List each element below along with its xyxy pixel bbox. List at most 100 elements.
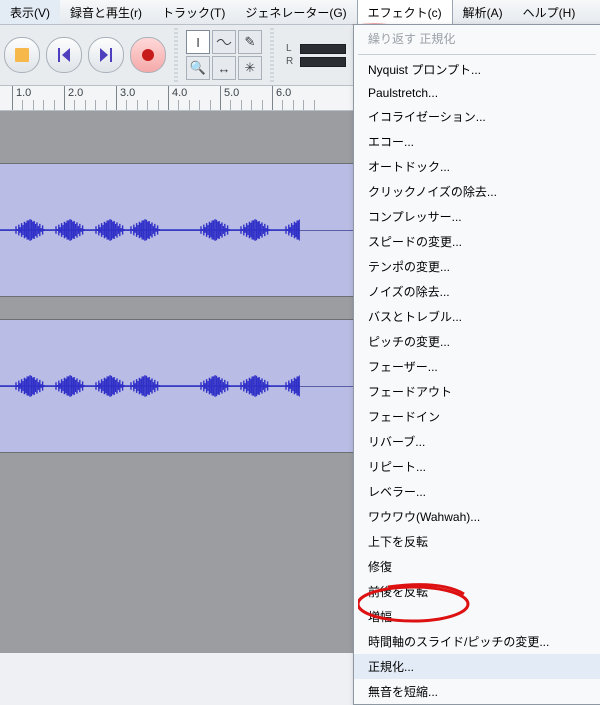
envelope-tool[interactable]	[212, 30, 236, 54]
ruler-minor-tick	[85, 100, 86, 110]
menu-item-label: テンポの変更...	[368, 260, 450, 274]
ruler-minor-tick	[303, 100, 304, 110]
ruler-minor-tick	[95, 100, 96, 110]
menu-item-label: 前後を反転	[368, 585, 428, 599]
ruler-minor-tick	[106, 100, 107, 110]
record-button[interactable]	[130, 37, 166, 73]
effect-repeat-last-disabled: 繰り返す 正規化	[354, 25, 600, 52]
ruler-minor-tick	[158, 100, 159, 110]
menu-item-label: スピードの変更...	[368, 235, 462, 249]
menu-item-label: イコライゼーション...	[368, 110, 486, 124]
menu-label: エフェクト(c)	[368, 4, 442, 21]
effect-menu-item[interactable]: 修復	[354, 554, 600, 579]
effect-menu-item[interactable]: ワウワウ(Wahwah)...	[354, 504, 600, 529]
menu-item-label: 無音を短縮...	[368, 685, 438, 699]
effect-menu-item[interactable]: レベラー...	[354, 479, 600, 504]
menu-item-label: 時間軸のスライド/ピッチの変更...	[368, 635, 549, 649]
menu-record[interactable]: 録音と再生(r)	[60, 0, 152, 24]
menu-item-label: 繰り返す 正規化	[368, 32, 455, 46]
meter-l-bar	[300, 44, 346, 54]
waveform-icon	[0, 320, 300, 470]
menu-item-label: リバーブ...	[368, 435, 425, 449]
effect-menu-item[interactable]: オートドック...	[354, 154, 600, 179]
effect-menu-item[interactable]: イコライゼーション...	[354, 104, 600, 129]
ruler-major-tick: 1.0	[12, 86, 13, 110]
menu-item-label: Nyquist プロンプト...	[368, 63, 481, 77]
ruler-minor-tick	[314, 100, 315, 110]
multi-tool[interactable]: ✳	[238, 56, 262, 80]
effect-menu-item[interactable]: フェードアウト	[354, 379, 600, 404]
ruler-minor-tick	[126, 100, 127, 110]
effect-menu-item[interactable]: Paulstretch...	[354, 82, 600, 104]
meter-l-label: L	[286, 43, 296, 54]
effect-menu-item[interactable]: コンプレッサー...	[354, 204, 600, 229]
effect-menu-item[interactable]: 上下を反転	[354, 529, 600, 554]
ruler-minor-tick	[199, 100, 200, 110]
effect-menu-dropdown: 繰り返す 正規化 Nyquist プロンプト... Paulstretch... イ…	[353, 24, 600, 705]
menu-label: 表示(V)	[10, 4, 50, 21]
menu-item-label: ノイズの除去...	[368, 285, 450, 299]
effect-menu-item[interactable]: ピッチの変更...	[354, 329, 600, 354]
draw-tool[interactable]: ✎	[238, 30, 262, 54]
menu-item-label: オートドック...	[368, 160, 450, 174]
effect-menu-item[interactable]: フェードイン	[354, 404, 600, 429]
ruler-major-tick: 2.0	[64, 86, 65, 110]
menu-item-label: ワウワウ(Wahwah)...	[368, 510, 480, 524]
meter-r-label: R	[286, 56, 296, 67]
ruler-minor-tick	[210, 100, 211, 110]
effect-menu-item[interactable]: テンポの変更...	[354, 254, 600, 279]
menu-item-label: ピッチの変更...	[368, 335, 450, 349]
effect-menu-item[interactable]: 前後を反転	[354, 579, 600, 604]
menu-item-label: リピート...	[368, 460, 426, 474]
menu-effect[interactable]: エフェクト(c)	[357, 0, 453, 24]
effect-menu-item[interactable]: バスとトレブル...	[354, 304, 600, 329]
effect-menu-item[interactable]: 正規化...	[354, 654, 600, 679]
skip-start-button[interactable]	[46, 37, 82, 73]
menu-label: トラック(T)	[162, 4, 225, 21]
ruler-minor-tick	[230, 100, 231, 110]
menu-item-label: 上下を反転	[368, 535, 428, 549]
menu-item-label: フェーザー...	[368, 360, 438, 374]
effect-menu-item[interactable]: ノイズの除去...	[354, 279, 600, 304]
menu-item-label: 修復	[368, 560, 392, 574]
menu-generate[interactable]: ジェネレーター(G)	[235, 0, 356, 24]
ibeam-tool[interactable]: I	[186, 30, 210, 54]
menu-item-label: フェードアウト	[368, 385, 452, 399]
menu-item-label: コンプレッサー...	[368, 210, 462, 224]
ruler-major-tick: 4.0	[168, 86, 169, 110]
menu-help[interactable]: ヘルプ(H)	[513, 0, 586, 24]
ruler-minor-tick	[147, 100, 148, 110]
ruler-minor-tick	[293, 100, 294, 110]
tools-grid: I ✎ 🔍 ↔ ✳	[186, 30, 262, 80]
timeshift-tool[interactable]: ↔	[212, 56, 236, 80]
menu-analyze[interactable]: 解析(A)	[453, 0, 513, 24]
stop-button[interactable]	[4, 37, 40, 73]
ruler-label: 5.0	[224, 87, 239, 99]
output-meter: L R	[282, 43, 346, 67]
toolbar-grip	[270, 28, 274, 82]
zoom-tool[interactable]: 🔍	[186, 56, 210, 80]
effect-menu-item[interactable]: Nyquist プロンプト...	[354, 57, 600, 82]
menu-item-label: レベラー...	[368, 485, 426, 499]
effect-menu-item[interactable]: クリックノイズの除去...	[354, 179, 600, 204]
meter-r-bar	[300, 57, 346, 67]
ruler-minor-tick	[137, 100, 138, 110]
skip-end-button[interactable]	[88, 37, 124, 73]
ruler-major-tick: 3.0	[116, 86, 117, 110]
effect-menu-item[interactable]: 増幅...	[354, 604, 600, 629]
effect-menu-item[interactable]: 無音を短縮...	[354, 679, 600, 704]
menu-label: 解析(A)	[463, 4, 503, 21]
ruler-minor-tick	[282, 100, 283, 110]
effect-menu-item[interactable]: スピードの変更...	[354, 229, 600, 254]
ruler-label: 3.0	[120, 87, 135, 99]
effect-menu-item[interactable]: 時間軸のスライド/ピッチの変更...	[354, 629, 600, 654]
effect-menu-item[interactable]: リバーブ...	[354, 429, 600, 454]
effect-menu-item[interactable]: リピート...	[354, 454, 600, 479]
menu-item-label: フェードイン	[368, 410, 440, 424]
menu-view[interactable]: 表示(V)	[0, 0, 60, 24]
effect-menu-item[interactable]: エコー...	[354, 129, 600, 154]
effect-menu-item[interactable]: フェーザー...	[354, 354, 600, 379]
ruler-minor-tick	[74, 100, 75, 110]
menu-tracks[interactable]: トラック(T)	[152, 0, 235, 24]
ruler-minor-tick	[43, 100, 44, 110]
